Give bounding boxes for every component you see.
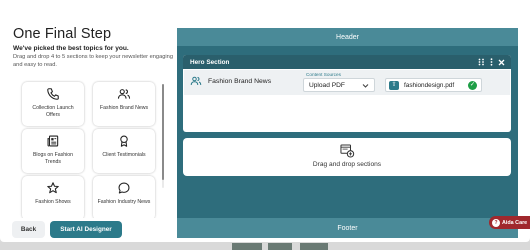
page-title: One Final Step — [13, 26, 112, 42]
designer-modal: One Final Step We've picked the best top… — [0, 0, 530, 242]
topic-label: Blogs on Fashion Trends — [32, 152, 74, 165]
aida-care-label: Aida Care — [502, 219, 528, 226]
back-button[interactable]: Back — [12, 221, 45, 238]
hero-section-bar: Hero Section — [183, 55, 511, 69]
hero-section[interactable]: Hero Section Fashion Brand News Content … — [183, 55, 511, 132]
newspaper-icon — [47, 135, 59, 147]
close-icon[interactable] — [498, 59, 505, 66]
topic-card-fashion-shows[interactable]: Fashion Shows — [22, 176, 84, 218]
chat-bubble-icon — [118, 182, 130, 194]
topic-grid: Collection Launch Offers Fashion Brand N… — [18, 80, 160, 218]
background-page-strip — [0, 242, 530, 250]
topic-card-fashion-industry-news[interactable]: Fashion Industry News — [93, 176, 155, 218]
topic-label: Fashion Industry News — [97, 199, 151, 205]
content-source-value: Upload PDF — [309, 81, 345, 89]
topic-card-fashion-brand-news[interactable]: Fashion Brand News — [93, 82, 155, 126]
background-block — [268, 243, 292, 250]
page-subtitle: We've picked the best topics for you. — [13, 45, 129, 52]
background-block — [232, 243, 262, 250]
upload-icon: ⇧ — [389, 81, 399, 90]
aida-care-button[interactable]: ? Aida Care — [489, 216, 530, 229]
content-source-select[interactable]: Upload PDF — [303, 78, 375, 92]
topic-label: Collection Launch Offers — [32, 105, 74, 118]
check-icon: ✓ — [468, 81, 477, 90]
hero-section-controls — [478, 58, 505, 66]
award-icon — [120, 135, 128, 147]
phone-icon — [47, 88, 59, 100]
uploaded-file-field[interactable]: ⇧ fashiondesign.pdf ✓ — [385, 78, 482, 92]
background-block — [300, 243, 328, 250]
topic-label: Fashion Brand News — [99, 105, 149, 111]
start-ai-designer-button[interactable]: Start AI Designer — [50, 221, 122, 238]
hero-brand-name: Fashion Brand News — [208, 78, 272, 85]
star-icon — [47, 182, 59, 194]
topic-card-client-testimonials[interactable]: Client Testimonials — [93, 129, 155, 173]
topic-card-blogs-on-fashion-trends[interactable]: Blogs on Fashion Trends — [22, 129, 84, 173]
topic-scrollbar-thumb[interactable] — [162, 84, 164, 180]
chevron-down-icon — [362, 84, 369, 88]
help-icon: ? — [492, 218, 500, 227]
topic-card-collection-launch-offers[interactable]: Collection Launch Offers — [22, 82, 84, 126]
hero-section-title: Hero Section — [190, 58, 230, 66]
add-section-icon — [340, 144, 355, 158]
uploaded-file-name: fashiondesign.pdf — [404, 82, 455, 89]
newsletter-canvas: Header Hero Section Fashion Brand News C… — [177, 28, 518, 238]
content-sources-label: Content Sources — [306, 72, 341, 77]
hero-section-content: Fashion Brand News Content Sources Uploa… — [184, 70, 510, 95]
footer-section[interactable]: Footer — [177, 218, 518, 238]
people-icon — [117, 89, 131, 99]
topic-label: Client Testimonials — [102, 152, 146, 158]
more-options-icon[interactable] — [490, 58, 493, 66]
topic-picker-panel: One Final Step We've picked the best top… — [0, 0, 173, 242]
drag-handle-icon[interactable] — [478, 58, 485, 66]
section-dropzone[interactable]: Drag and drop sections — [183, 138, 511, 176]
page-description: Drag and drop 4 to 5 sections to keep yo… — [13, 54, 173, 68]
topic-label: Fashion Shows — [35, 199, 71, 205]
dropzone-label: Drag and drop sections — [312, 161, 382, 168]
header-section[interactable]: Header — [177, 28, 518, 46]
people-icon — [190, 76, 202, 86]
